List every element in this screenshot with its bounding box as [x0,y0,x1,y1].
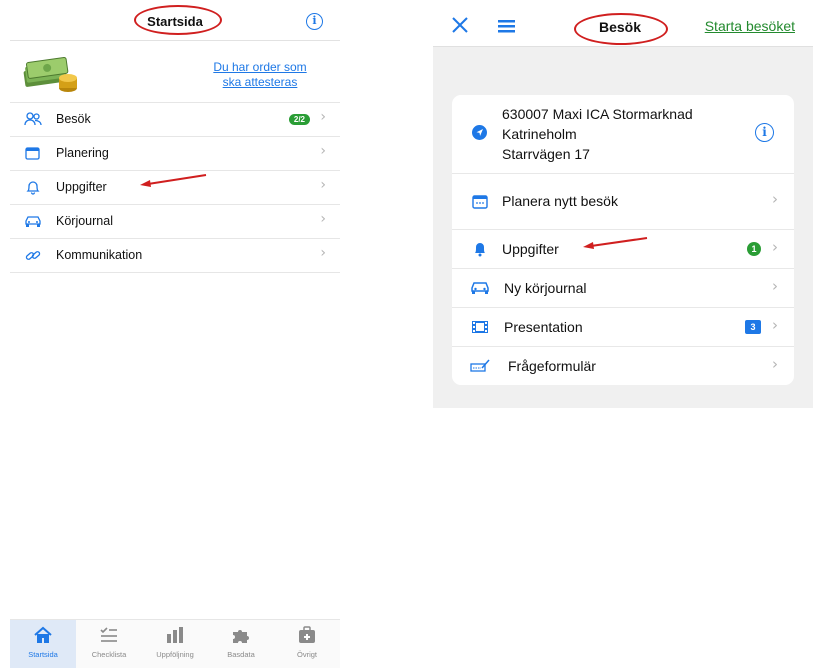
hamburger-menu-icon[interactable] [498,20,515,33]
form-icon [470,359,490,372]
chevron-right-icon: › [320,109,326,125]
task-count-badge: 1 [747,242,761,256]
annotation-arrow [583,237,648,249]
store-address: Starrvägen 17 [502,146,590,162]
menu-item-label: Frågeformulär [508,358,596,374]
menu-item-ny-korjournal[interactable]: Ny körjournal › [452,269,794,308]
bell-icon [475,243,485,257]
menu-item-label: Planera nytt besök [502,193,618,209]
menu-item-planera-nytt-besok[interactable]: Planera nytt besök › [452,174,794,230]
menu-item-kommunikation[interactable]: Kommunikation › [10,239,340,273]
chevron-right-icon: › [772,355,778,373]
start-visit-button[interactable]: Starta besöket [705,18,795,34]
puzzle-icon [233,630,249,643]
chevron-right-icon: › [772,238,778,256]
order-attest-link[interactable]: Du har order som ska attesteras [180,60,340,90]
menu-item-besok[interactable]: Besök 2/2 › [10,103,340,137]
tab-startsida[interactable]: Startsida [10,620,76,668]
tab-label: Startsida [28,650,58,659]
money-stack-icon [23,56,77,92]
chevron-right-icon: › [320,177,326,193]
annotation-arrow [140,174,207,187]
navigation-arrow-icon [472,125,487,140]
menu-item-label: Uppgifter [502,241,559,257]
link-icon [25,251,41,260]
chevron-right-icon: › [320,245,326,261]
tab-label: Övrigt [296,650,317,659]
menu-item-planering[interactable]: Planering › [10,137,340,171]
menu-item-label: Ny körjournal [504,280,587,296]
info-icon[interactable]: i [306,13,323,30]
menu-item-label: Presentation [504,319,583,335]
tab-basdata[interactable]: Basdata [208,620,274,668]
chevron-right-icon: › [320,211,326,227]
home-icon [34,626,52,643]
annotation-oval [134,5,222,35]
info-icon[interactable]: i [755,123,774,142]
chevron-right-icon: › [772,316,778,334]
menu-item-label: Besök [56,112,91,126]
left-header: Startsida i [10,0,340,41]
menu-item-label: Kommunikation [56,248,143,262]
chevron-right-icon: › [320,143,326,159]
besok-screen: Besök Starta besöket 630007 Maxi ICA Sto… [433,0,813,408]
right-header: Besök Starta besöket [433,0,813,47]
order-link-line2: ska attesteras [222,75,298,89]
tab-label: Uppföljning [156,650,194,659]
calendar-icon [25,147,40,160]
car-icon [25,216,41,227]
tab-uppfoljning[interactable]: Uppföljning [142,620,208,668]
store-info[interactable]: 630007 Maxi ICA Stormarknad Katrineholm … [452,95,794,174]
film-icon [472,321,488,333]
presentation-count-badge: 3 [745,320,761,334]
startsida-screen: Startsida i Du har order som ska atteste… [10,0,340,671]
tab-checklista[interactable]: Checklista [76,620,142,668]
tab-bar: Startsida Checklista Uppföljning Basdata… [10,619,340,668]
menu-item-presentation[interactable]: Presentation 3 › [452,308,794,347]
car-icon [471,282,489,294]
menu-item-korjournal[interactable]: Körjournal › [10,205,340,239]
visit-count-badge: 2/2 [288,114,310,125]
tab-ovrigt[interactable]: Övrigt [274,620,340,668]
calendar-icon [472,195,488,209]
store-city: Katrineholm [502,126,577,142]
medkit-icon [299,626,315,643]
people-icon [24,112,42,126]
chevron-right-icon: › [772,277,778,295]
annotation-oval [574,13,668,45]
menu-item-frageformular[interactable]: Frågeformulär › [452,347,794,385]
chevron-right-icon: › [772,190,778,208]
menu-item-label: Planering [56,146,109,160]
tab-label: Basdata [227,650,255,659]
bar-chart-icon [167,627,183,643]
bell-icon [26,181,40,195]
close-icon[interactable] [452,17,468,33]
tab-label: Checklista [91,650,127,659]
menu-item-label: Körjournal [56,214,113,228]
order-link-line1: Du har order som [213,60,307,74]
checklist-icon [100,627,117,642]
menu-item-label: Uppgifter [56,180,107,194]
store-name: 630007 Maxi ICA Stormarknad [502,106,693,122]
